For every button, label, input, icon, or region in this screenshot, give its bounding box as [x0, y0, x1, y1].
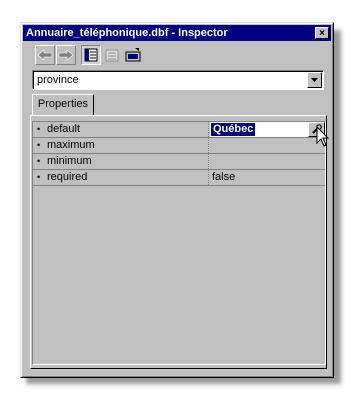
- forward-arrow-icon: [58, 49, 74, 61]
- column-divider: [208, 154, 209, 169]
- bullet-icon: •: [37, 172, 41, 182]
- object-selector[interactable]: province: [32, 70, 324, 90]
- close-icon: ×: [319, 28, 325, 39]
- tab-properties[interactable]: Properties: [32, 94, 94, 115]
- object-selector-value: province: [37, 74, 79, 86]
- property-name-cell: • minimum: [33, 154, 208, 169]
- bullet-icon: •: [37, 124, 41, 134]
- column-divider: [208, 170, 209, 185]
- property-row-default[interactable]: • default Québec: [33, 122, 325, 138]
- events-view-icon: [105, 49, 119, 62]
- property-row-maximum[interactable]: • maximum: [33, 138, 325, 154]
- window-title: Annuaire_téléphonique.dbf - Inspector: [26, 27, 228, 39]
- property-name: maximum: [47, 139, 95, 151]
- title-bar[interactable]: Annuaire_téléphonique.dbf - Inspector ×: [23, 25, 331, 41]
- property-name-cell: • required: [33, 170, 208, 185]
- bullet-icon: •: [37, 140, 41, 150]
- property-value[interactable]: false: [212, 170, 235, 185]
- close-button[interactable]: ×: [315, 27, 329, 39]
- property-row-required[interactable]: • required false: [33, 170, 325, 186]
- column-divider: [208, 138, 209, 153]
- property-value-selected: Québec: [211, 123, 256, 136]
- events-view-button[interactable]: [102, 45, 122, 65]
- properties-view-button[interactable]: [81, 45, 101, 65]
- chevron-down-icon: [311, 78, 318, 82]
- methods-view-icon: [125, 48, 141, 62]
- property-name: default: [47, 123, 81, 135]
- back-button[interactable]: [35, 45, 55, 65]
- property-grid: • default Québec • maximum • minimum • r…: [32, 121, 326, 365]
- column-divider: [208, 122, 209, 137]
- bullet-icon: •: [37, 156, 41, 166]
- methods-view-button[interactable]: [123, 45, 143, 65]
- property-value-editor[interactable]: Québec: [210, 122, 308, 137]
- mouse-cursor-icon: [316, 126, 330, 147]
- property-row-minimum[interactable]: • minimum: [33, 154, 325, 170]
- back-arrow-icon: [37, 49, 53, 61]
- tab-properties-label: Properties: [37, 98, 89, 110]
- property-name: required: [47, 171, 88, 183]
- inspector-window: Annuaire_téléphonique.dbf - Inspector ×: [20, 22, 334, 378]
- dropdown-button[interactable]: [307, 72, 322, 88]
- forward-button[interactable]: [56, 45, 76, 65]
- properties-view-icon: [84, 48, 98, 62]
- property-name-cell: • maximum: [33, 138, 208, 153]
- property-name: minimum: [47, 155, 92, 167]
- property-name-cell: • default: [33, 122, 208, 137]
